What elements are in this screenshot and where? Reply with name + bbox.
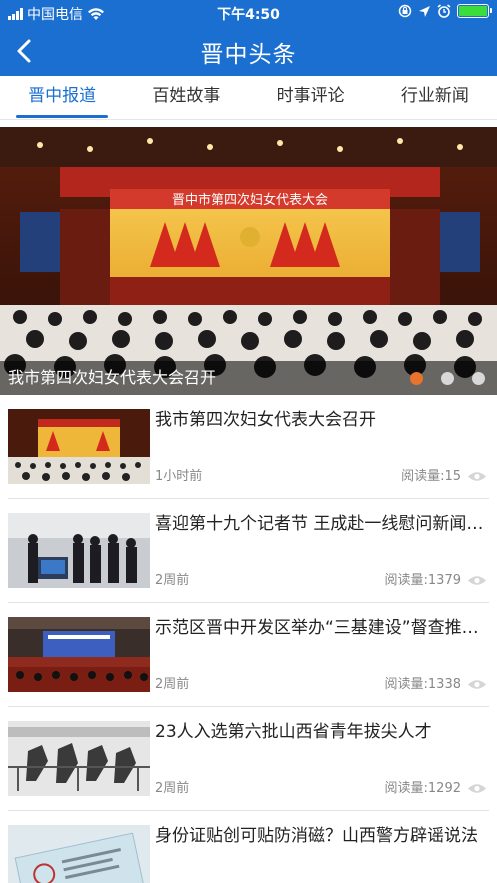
- news-item[interactable]: 我市第四次妇女代表大会召开 1小时前 阅读量:15: [8, 395, 489, 499]
- status-right: [398, 4, 492, 18]
- tab-people-stories[interactable]: 百姓故事: [124, 76, 248, 119]
- carousel-dots: [410, 372, 485, 385]
- banner-image: 晋中市第四次妇女代表大会: [0, 127, 497, 395]
- carousel-dot[interactable]: [441, 372, 454, 385]
- news-thumbnail: [8, 825, 150, 883]
- read-count: 阅读量:1338: [384, 677, 461, 692]
- news-thumbnail: [8, 409, 150, 484]
- news-title: 23人入选第六批山西省青年拔尖人才: [155, 722, 432, 742]
- news-item[interactable]: 示范区晋中开发区举办“三基建设”督查推进会 2周前 阅读量:1338: [8, 603, 490, 707]
- eye-icon: [468, 576, 486, 585]
- tab-jinzhong-report[interactable]: 晋中报道: [0, 76, 124, 119]
- news-title: 身份证贴创可贴防消磁？山西警方辟谣说法: [155, 826, 478, 846]
- location-icon: [419, 5, 430, 17]
- eye-icon: [468, 472, 486, 481]
- status-bar: 中国电信 下午4:50: [0, 0, 497, 26]
- banner-carousel[interactable]: 晋中市第四次妇女代表大会 我市第四次妇女代表大会召开: [0, 127, 497, 395]
- read-count: 阅读量:15: [401, 469, 461, 484]
- news-item[interactable]: 喜迎第十九个记者节 王成赴一线慰问新闻工作者 2周前 阅读量:1379: [8, 499, 490, 603]
- news-item[interactable]: 身份证贴创可贴防消磁？山西警方辟谣说法: [8, 811, 489, 883]
- news-list: 我市第四次妇女代表大会召开 1小时前 阅读量:15 喜迎第十九个记者节 王成赴一…: [0, 395, 497, 883]
- read-count: 阅读量:1292: [384, 781, 461, 796]
- news-title: 示范区晋中开发区举办“三基建设”督查推进会: [155, 618, 490, 638]
- read-count: 阅读量:1379: [384, 573, 461, 588]
- page-title: 晋中头条: [200, 42, 297, 68]
- rotation-lock-icon: [398, 4, 412, 18]
- tab-industry-news[interactable]: 行业新闻: [373, 76, 497, 119]
- news-thumbnail: [8, 513, 150, 588]
- battery-icon: [457, 4, 492, 18]
- news-item[interactable]: 23人入选第六批山西省青年拔尖人才 2周前 阅读量:1292: [8, 707, 489, 811]
- news-title: 喜迎第十九个记者节 王成赴一线慰问新闻工作者: [155, 514, 490, 534]
- news-time: 2周前: [155, 677, 190, 692]
- news-time: 2周前: [155, 781, 190, 796]
- carousel-dot[interactable]: [410, 372, 423, 385]
- news-title: 我市第四次妇女代表大会召开: [155, 410, 376, 430]
- news-time: 1小时前: [155, 469, 203, 484]
- eye-icon: [468, 784, 486, 793]
- stage-banner-text: 晋中市第四次妇女代表大会: [172, 192, 328, 208]
- news-time: 2周前: [155, 573, 190, 588]
- category-tabs: 晋中报道 百姓故事 时事评论 行业新闻: [0, 76, 497, 120]
- news-thumbnail: [8, 721, 150, 796]
- alarm-icon: [437, 4, 451, 18]
- tab-current-commentary[interactable]: 时事评论: [249, 76, 373, 119]
- carousel-dot[interactable]: [472, 372, 485, 385]
- news-thumbnail: [8, 617, 150, 692]
- nav-bar: 晋中头条: [0, 26, 497, 76]
- eye-icon: [468, 680, 486, 689]
